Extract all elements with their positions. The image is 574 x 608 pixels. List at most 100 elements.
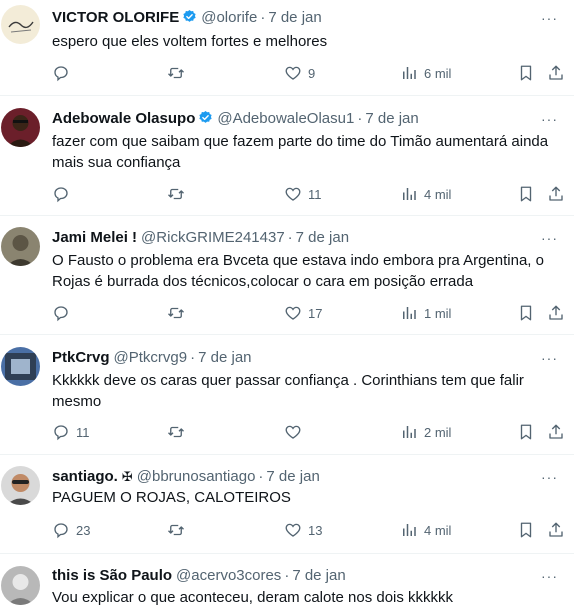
tweet[interactable]: Jami Melei ! @RickGRIME241437 · 7 de jan ··…: [0, 216, 574, 335]
reply-button[interactable]: [52, 62, 76, 84]
heart-icon: [284, 185, 302, 203]
bookmark-icon: [517, 423, 535, 441]
more-icon[interactable]: ···: [541, 111, 558, 127]
reply-button[interactable]: 11: [52, 421, 90, 443]
author-name[interactable]: santiago.: [52, 468, 118, 485]
author-handle[interactable]: @olorife: [201, 9, 257, 26]
retweet-button[interactable]: [167, 519, 191, 541]
separator: ·: [190, 349, 196, 366]
views-icon: [400, 304, 418, 322]
like-button[interactable]: 11: [284, 183, 322, 205]
more-icon[interactable]: ···: [541, 568, 558, 584]
like-button[interactable]: [284, 421, 308, 443]
tweet-time[interactable]: 7 de jan: [365, 110, 418, 127]
views-button[interactable]: 1 mil: [400, 302, 451, 324]
like-button[interactable]: 17: [284, 302, 322, 324]
reply-button[interactable]: [52, 183, 76, 205]
heart-icon: [284, 423, 302, 441]
reply-button[interactable]: [52, 302, 76, 324]
tweet-text: Kkkkkk deve os caras quer passar confian…: [52, 372, 524, 410]
bookmark-button[interactable]: [517, 183, 535, 205]
tweet-time[interactable]: 7 de jan: [292, 567, 345, 584]
tweet-time[interactable]: 7 de jan: [296, 229, 349, 246]
share-button[interactable]: [547, 302, 565, 324]
retweet-button[interactable]: [167, 302, 191, 324]
reply-icon: [52, 64, 70, 82]
views-icon: [400, 185, 418, 203]
separator: ·: [284, 567, 290, 584]
more-icon[interactable]: ···: [541, 350, 558, 366]
author-handle[interactable]: @bbrunosantiago: [137, 468, 256, 485]
reply-icon: [52, 304, 70, 322]
tweet-actions: 23 13 4 mil: [0, 519, 574, 541]
share-icon: [547, 423, 565, 441]
share-button[interactable]: [547, 421, 565, 443]
retweet-icon: [167, 185, 185, 203]
more-icon[interactable]: ···: [541, 469, 558, 485]
bookmark-icon: [517, 521, 535, 539]
views-icon: [400, 64, 418, 82]
bookmark-button[interactable]: [517, 519, 535, 541]
retweet-button[interactable]: [167, 183, 191, 205]
share-button[interactable]: [547, 183, 565, 205]
view-count: 1 mil: [424, 305, 452, 321]
separator: ·: [287, 229, 293, 246]
retweet-button[interactable]: [167, 62, 191, 84]
tweet[interactable]: VICTOR OLORIFE @olorife · 7 de jan ··· espe…: [0, 0, 574, 96]
author-name[interactable]: Jami Melei !: [52, 229, 137, 246]
more-icon[interactable]: ···: [541, 10, 558, 26]
tweet-time[interactable]: 7 de jan: [198, 349, 251, 366]
heart-icon: [284, 521, 302, 539]
view-count: 4 mil: [424, 522, 452, 538]
share-icon: [547, 304, 565, 322]
like-count: 17: [308, 305, 323, 321]
bookmark-button[interactable]: [517, 421, 535, 443]
tweet-time[interactable]: 7 de jan: [268, 9, 321, 26]
author-handle[interactable]: @RickGRIME241437: [141, 229, 285, 246]
bookmark-button[interactable]: [517, 62, 535, 84]
avatar[interactable]: [1, 227, 40, 266]
reply-icon: [52, 521, 70, 539]
like-button[interactable]: 13: [284, 519, 322, 541]
author-name[interactable]: this is São Paulo: [52, 567, 172, 584]
author-name[interactable]: VICTOR OLORIFE: [52, 9, 179, 26]
tweet-text: O Fausto o problema era Bvceta que estav…: [52, 252, 544, 290]
tweet[interactable]: santiago. ✠ @bbrunosantiago · 7 de jan ··· P…: [0, 455, 574, 554]
tweet[interactable]: this is São Paulo @acervo3cores · 7 de jan …: [0, 554, 574, 606]
author-name[interactable]: PtkCrvg: [52, 349, 110, 366]
author-name[interactable]: Adebowale Olasupo: [52, 110, 195, 127]
avatar[interactable]: [1, 466, 40, 505]
verified-badge-icon: [198, 110, 213, 125]
views-button[interactable]: 2 mil: [400, 421, 451, 443]
avatar[interactable]: [1, 347, 40, 386]
separator: ·: [357, 110, 363, 127]
reply-button[interactable]: 23: [52, 519, 90, 541]
avatar[interactable]: [1, 566, 40, 605]
tweet[interactable]: PtkCrvg @Ptkcrvg9 · 7 de jan ··· Kkkkkk dev…: [0, 335, 574, 455]
share-button[interactable]: [547, 62, 565, 84]
avatar[interactable]: [1, 5, 40, 44]
view-count: 6 mil: [424, 65, 452, 81]
tweet-text: espero que eles voltem fortes e melhores: [52, 33, 328, 50]
views-button[interactable]: 6 mil: [400, 62, 451, 84]
more-icon[interactable]: ···: [541, 230, 558, 246]
tweet[interactable]: Adebowale Olasupo @AdebowaleOlasu1 · 7 de j…: [0, 96, 574, 216]
share-button[interactable]: [547, 519, 565, 541]
author-handle[interactable]: @acervo3cores: [176, 567, 281, 584]
tweet-actions: 11 4 mil: [0, 183, 574, 205]
bookmark-button[interactable]: [517, 302, 535, 324]
author-handle[interactable]: @AdebowaleOlasu1: [217, 110, 354, 127]
tweet-time[interactable]: 7 de jan: [266, 468, 319, 485]
avatar[interactable]: [1, 108, 40, 147]
like-count: 9: [308, 65, 316, 81]
views-button[interactable]: 4 mil: [400, 183, 451, 205]
retweet-button[interactable]: [167, 421, 191, 443]
bookmark-icon: [517, 304, 535, 322]
bookmark-icon: [517, 185, 535, 203]
views-icon: [400, 521, 418, 539]
views-button[interactable]: 4 mil: [400, 519, 451, 541]
heart-icon: [284, 304, 302, 322]
author-handle[interactable]: @Ptkcrvg9: [114, 349, 188, 366]
like-button[interactable]: 9: [284, 62, 315, 84]
reply-icon: [52, 423, 70, 441]
